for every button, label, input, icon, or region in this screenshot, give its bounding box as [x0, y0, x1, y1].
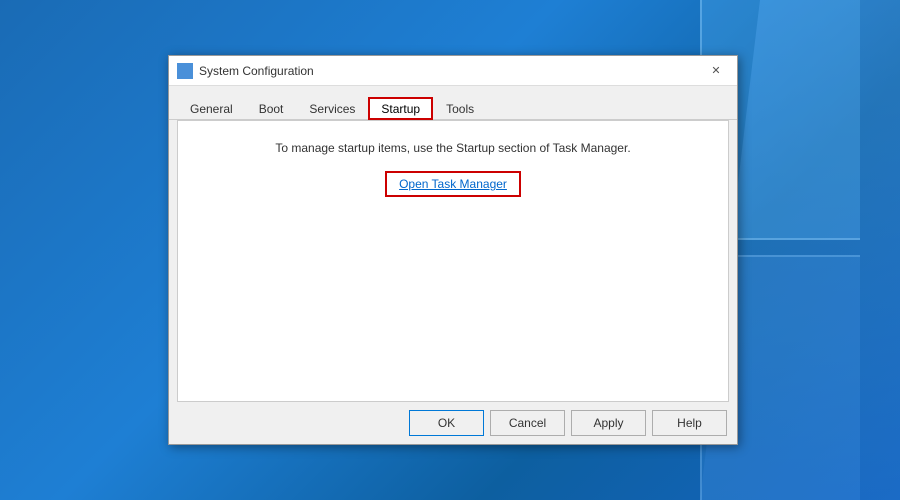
- tab-general[interactable]: General: [177, 97, 246, 120]
- apply-button[interactable]: Apply: [571, 410, 646, 436]
- open-task-manager-button[interactable]: Open Task Manager: [385, 171, 521, 197]
- startup-description: To manage startup items, use the Startup…: [275, 141, 630, 155]
- cancel-button[interactable]: Cancel: [490, 410, 565, 436]
- title-bar-buttons: ✕: [703, 61, 729, 81]
- tabs-bar: General Boot Services Startup Tools: [169, 86, 737, 120]
- footer-buttons: OK Cancel Apply Help: [169, 402, 737, 444]
- tab-startup[interactable]: Startup: [368, 97, 433, 120]
- dialog-icon: [177, 63, 193, 79]
- dialog-title: System Configuration: [199, 64, 703, 78]
- close-button[interactable]: ✕: [703, 61, 729, 81]
- tab-services[interactable]: Services: [296, 97, 368, 120]
- ok-button[interactable]: OK: [409, 410, 484, 436]
- tab-tools[interactable]: Tools: [433, 97, 487, 120]
- title-bar: System Configuration ✕: [169, 56, 737, 86]
- content-area: To manage startup items, use the Startup…: [177, 120, 729, 402]
- tab-boot[interactable]: Boot: [246, 97, 297, 120]
- help-button[interactable]: Help: [652, 410, 727, 436]
- system-configuration-dialog: System Configuration ✕ General Boot Serv…: [168, 55, 738, 445]
